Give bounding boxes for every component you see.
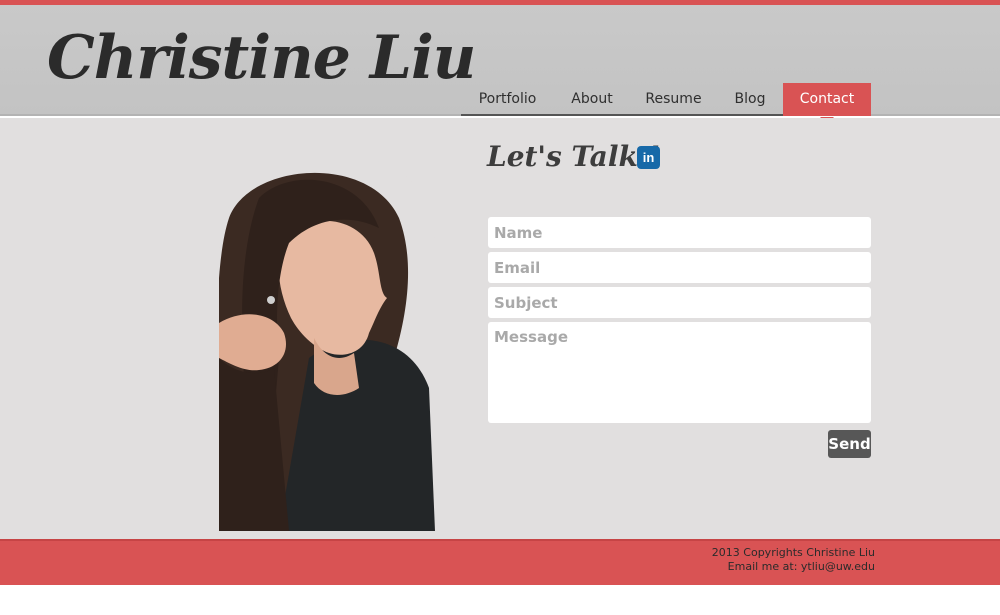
copyright-text: 2013 Copyrights Christine Liu xyxy=(711,546,875,559)
site-footer: 2013 Copyrights Christine Liu Email me a… xyxy=(0,539,1000,585)
name-input[interactable] xyxy=(488,217,871,248)
contact-heading: Let's Talk ! xyxy=(487,140,660,173)
send-button[interactable]: Send xyxy=(828,430,871,458)
linkedin-icon[interactable]: in xyxy=(637,146,660,169)
nav-item-portfolio[interactable]: Portfolio xyxy=(461,83,554,116)
footer-email[interactable]: Email me at: ytliu@uw.edu xyxy=(728,560,875,573)
nav-item-about[interactable]: About xyxy=(554,83,630,116)
nav-item-resume[interactable]: Resume xyxy=(630,83,717,116)
email-input[interactable] xyxy=(488,252,871,283)
site-title[interactable]: Christine Liu xyxy=(47,23,476,93)
profile-photo xyxy=(219,158,435,531)
subject-input[interactable] xyxy=(488,287,871,318)
nav-item-contact[interactable]: Contact xyxy=(783,83,871,124)
page-bottom xyxy=(0,585,1000,615)
main-nav: Portfolio About Resume Blog Contact xyxy=(461,83,871,124)
nav-item-blog[interactable]: Blog xyxy=(717,83,783,116)
message-textarea[interactable] xyxy=(488,322,871,423)
